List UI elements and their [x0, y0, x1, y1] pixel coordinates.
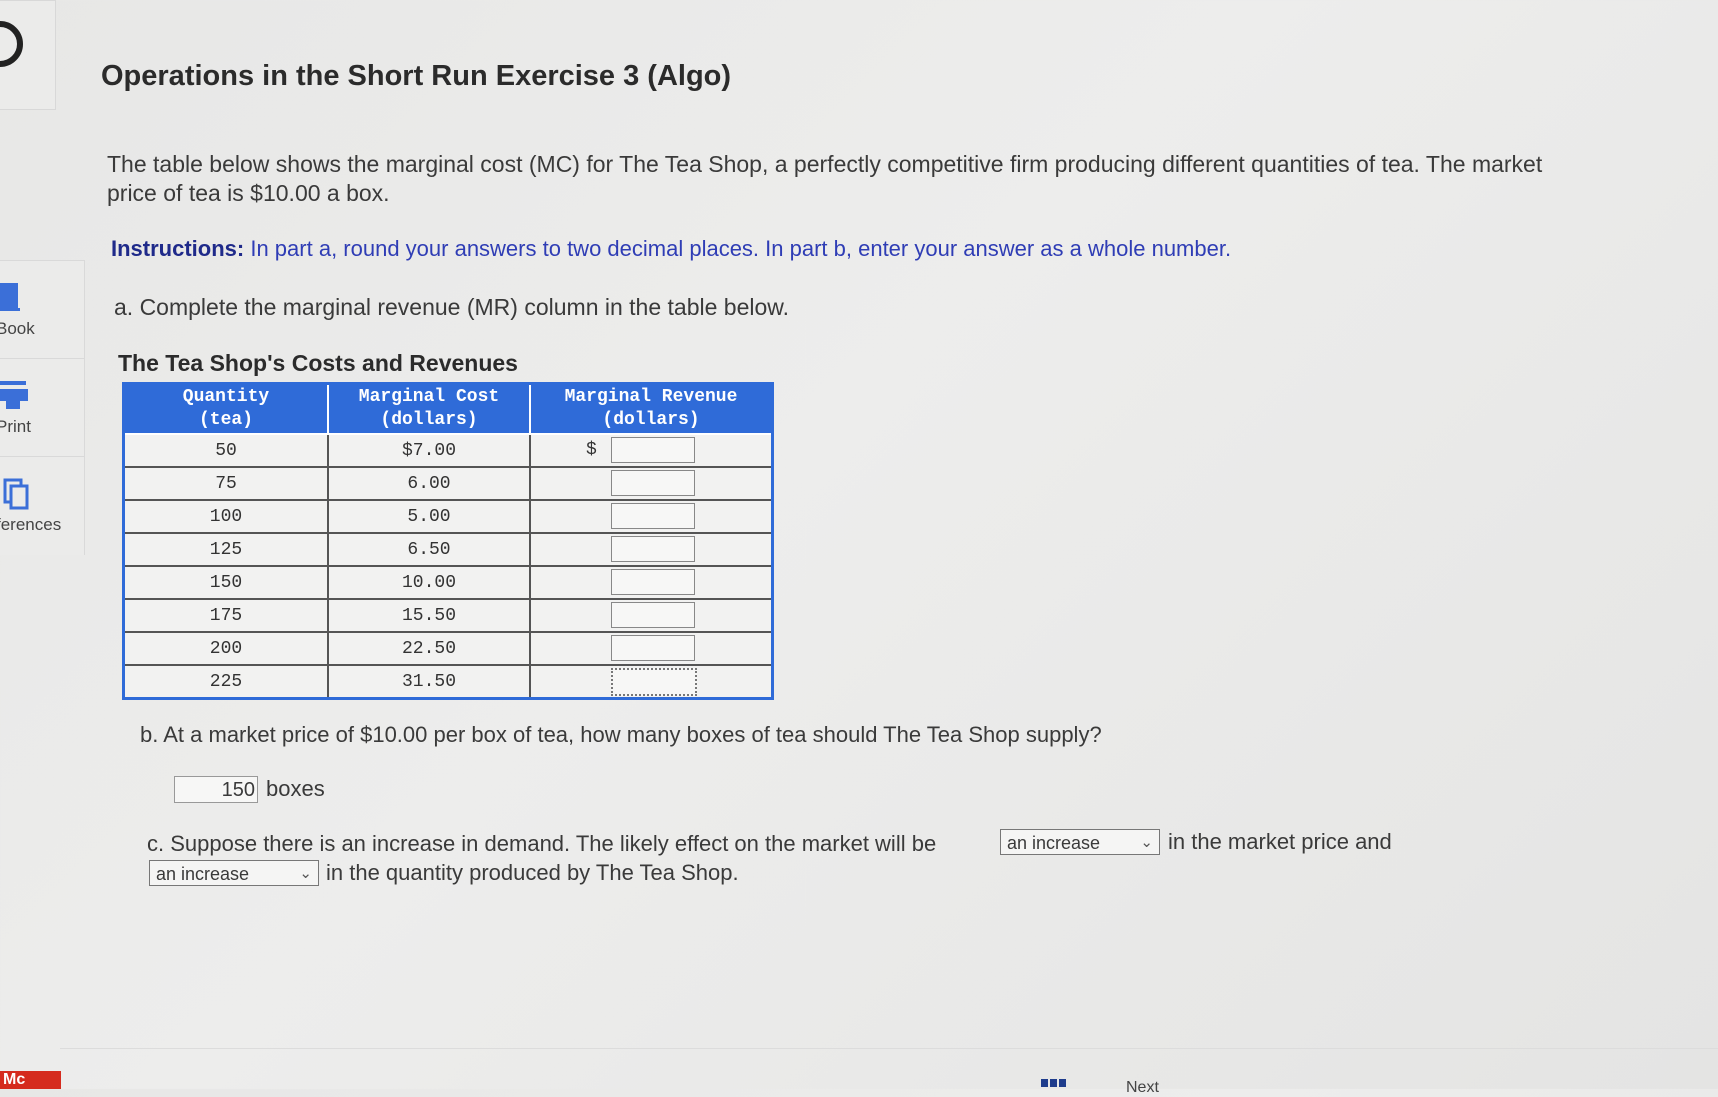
marginal-revenue-cell	[529, 532, 774, 567]
quantity-cell: 225	[122, 664, 329, 700]
column-header-marginal-revenue: Marginal Revenue (dollars)	[529, 382, 774, 435]
table-row: 125 6.50	[122, 532, 774, 567]
marginal-revenue-input[interactable]	[611, 602, 695, 628]
sidebar-item-label: Print	[0, 417, 31, 436]
quantity-cell: 125	[122, 532, 329, 567]
sidebar-item-print[interactable]: Print	[0, 358, 85, 457]
quantity-cell: 100	[122, 499, 329, 534]
instructions: Instructions: In part a, round your answ…	[111, 236, 1231, 262]
marginal-cost-cell: 6.50	[327, 532, 531, 567]
bottom-navigation-bar: Next	[60, 1048, 1718, 1096]
table-row: 100 5.00	[122, 499, 774, 534]
table-row: 200 22.50	[122, 631, 774, 666]
marginal-revenue-input[interactable]	[611, 470, 695, 496]
marginal-revenue-input[interactable]	[611, 536, 695, 562]
quantity-cell: 75	[122, 466, 329, 501]
sidebar-item-ebook[interactable]: Book	[0, 260, 85, 359]
part-c-text-continued: in the market price and	[1168, 829, 1392, 854]
marginal-cost-cell: 22.50	[327, 631, 531, 666]
part-c-text-end: in the quantity produced by The Tea Shop…	[326, 860, 739, 885]
question-grid-icon[interactable]	[1041, 1079, 1067, 1087]
marginal-revenue-input[interactable]	[611, 635, 695, 661]
part-b-question: b. At a market price of $10.00 per box o…	[140, 722, 1102, 747]
ebook-icon	[0, 283, 20, 311]
marginal-revenue-cell	[529, 598, 774, 633]
costs-revenues-table: Quantity (tea) Marginal Cost (dollars) Mar…	[122, 382, 774, 700]
currency-prefix: $	[586, 440, 597, 460]
select-value: an increase	[1007, 833, 1101, 853]
marginal-revenue-cell	[529, 664, 774, 700]
marginal-revenue-cell	[529, 499, 774, 534]
table-caption: The Tea Shop's Costs and Revenues	[118, 350, 518, 376]
marginal-cost-cell: 31.50	[327, 664, 531, 700]
sidebar-top-panel	[0, 0, 56, 110]
marginal-revenue-cell	[529, 631, 774, 666]
marginal-revenue-input[interactable]	[611, 569, 695, 595]
table-row: 75 6.00	[122, 466, 774, 501]
table-row: 150 10.00	[122, 565, 774, 600]
column-header-marginal-cost: Marginal Cost (dollars)	[327, 382, 531, 435]
quantity-effect-select[interactable]: an increase ⌄	[149, 860, 319, 886]
chevron-down-icon: ⌄	[299, 865, 312, 882]
part-c-question: c. Suppose there is an increase in deman…	[147, 831, 937, 856]
marginal-revenue-cell: $	[529, 433, 774, 468]
part-a-question: a. Complete the marginal revenue (MR) co…	[114, 294, 790, 320]
marginal-revenue-input[interactable]	[611, 503, 695, 529]
page-title: Operations in the Short Run Exercise 3 (…	[101, 60, 732, 92]
brand-logo: Mc	[0, 1071, 61, 1089]
quantity-cell: 200	[122, 631, 329, 666]
marginal-cost-cell: $7.00	[327, 433, 531, 468]
marginal-revenue-cell	[529, 466, 774, 501]
marginal-revenue-cell	[529, 565, 774, 600]
boxes-answer-input[interactable]: 150	[174, 776, 258, 803]
table-row: 225 31.50	[122, 664, 774, 700]
marginal-revenue-input[interactable]	[611, 668, 697, 696]
marginal-revenue-input[interactable]	[611, 437, 695, 463]
marginal-cost-cell: 15.50	[327, 598, 531, 633]
table-row: 50 $7.00 $	[122, 433, 774, 468]
instructions-text: In part a, round your answers to two dec…	[244, 236, 1232, 261]
quantity-cell: 175	[122, 598, 329, 633]
column-header-quantity: Quantity (tea)	[122, 382, 329, 435]
table-row: 175 15.50	[122, 598, 774, 633]
marginal-cost-cell: 5.00	[327, 499, 531, 534]
problem-intro: The table below shows the marginal cost …	[107, 151, 1543, 206]
market-price-effect-select[interactable]: an increase ⌄	[1000, 829, 1160, 855]
marginal-cost-cell: 10.00	[327, 565, 531, 600]
chevron-down-icon: ⌄	[1140, 834, 1153, 851]
select-value: an increase	[156, 864, 250, 884]
references-icon	[3, 478, 29, 510]
progress-ring-icon	[0, 21, 23, 67]
sidebar-item-label: Book	[0, 319, 35, 338]
answer-unit-label: boxes	[266, 776, 325, 801]
sidebar-item-label: ferences	[0, 515, 62, 534]
next-button[interactable]: Next	[1126, 1079, 1159, 1097]
quantity-cell: 50	[122, 433, 329, 468]
instructions-label: Instructions:	[111, 236, 245, 261]
left-sidebar: Book Print ferences Mc	[0, 0, 85, 1089]
printer-icon	[0, 381, 28, 409]
sidebar-item-references[interactable]: ferences	[0, 456, 85, 555]
marginal-cost-cell: 6.00	[327, 466, 531, 501]
quantity-cell: 150	[122, 565, 329, 600]
